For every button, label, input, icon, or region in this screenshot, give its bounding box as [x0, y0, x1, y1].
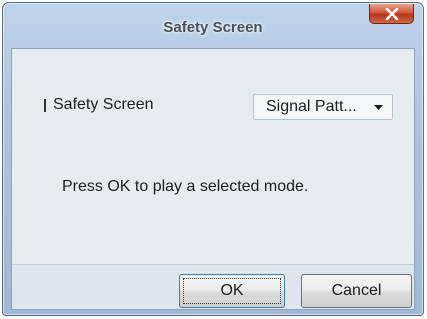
safety-screen-dropdown[interactable]: Signal Patt... — [253, 94, 393, 120]
cancel-button[interactable]: Cancel — [301, 274, 412, 308]
close-button[interactable] — [369, 4, 414, 24]
dialog-window: Safety Screen Safety Screen Signal Patt.… — [2, 2, 424, 316]
dialog-client-area: Safety Screen Signal Patt... Press OK to… — [11, 48, 415, 310]
safety-screen-setting-row: Safety Screen — [44, 96, 154, 114]
safety-screen-label: Safety Screen — [53, 96, 154, 113]
label-marker — [44, 98, 46, 112]
content-panel: Safety Screen Signal Patt... Press OK to… — [12, 49, 414, 264]
window-title: Safety Screen — [163, 19, 263, 36]
instruction-message: Press OK to play a selected mode. — [62, 178, 309, 195]
dropdown-arrow-icon — [374, 105, 383, 110]
focus-ring — [183, 278, 281, 304]
cancel-button-label: Cancel — [331, 282, 382, 299]
dropdown-selected-value: Signal Patt... — [266, 98, 357, 115]
ok-button[interactable]: OK — [179, 274, 285, 308]
title-bar[interactable]: Safety Screen — [3, 3, 423, 47]
close-x-icon — [385, 7, 398, 20]
